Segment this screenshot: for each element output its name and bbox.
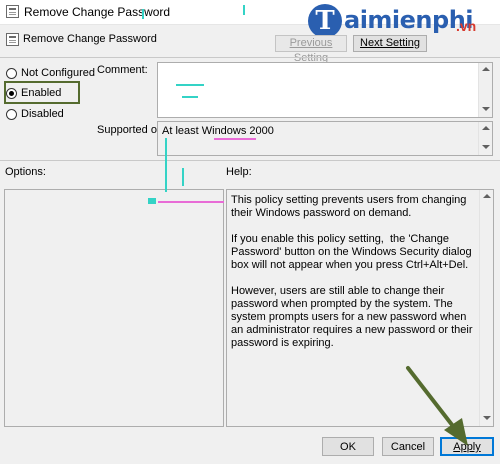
setting-icon [6,33,19,46]
policy-icon [6,5,19,18]
help-paragraph: This policy setting prevents users from … [231,194,470,219]
annotation-arrow-icon [406,366,468,446]
comment-textarea[interactable] [157,62,493,118]
annotation-mark [158,201,224,203]
window-title: Remove Change Password [24,5,171,19]
radio-not-configured-circle[interactable] [6,68,17,79]
annotation-mark [182,168,184,186]
help-content: This policy setting prevents users from … [231,194,475,350]
annotation-mark [142,9,144,19]
scroll-down-icon[interactable] [482,107,490,111]
ok-button[interactable]: OK [322,437,374,456]
radio-enabled-label: Enabled [21,87,62,99]
radio-enabled[interactable]: Enabled [6,86,76,102]
annotation-mark [214,138,256,140]
scroll-up-icon[interactable] [482,126,490,130]
supported-scrollbar[interactable] [478,122,492,155]
radio-not-configured-label: Not Configured [21,67,95,79]
watermark-suffix: .vn [456,18,477,34]
comment-label: Comment: [97,64,148,76]
watermark-letter: T [308,4,342,38]
radio-not-configured[interactable]: Not Configured [6,66,95,82]
scroll-up-icon[interactable] [483,194,491,198]
annotation-mark [176,84,204,86]
supported-on-value: At least Windows 2000 [162,125,274,137]
supported-on-field: At least Windows 2000 [157,121,493,156]
help-paragraph: However, users are still able to change … [231,285,476,349]
annotation-mark [182,96,198,98]
options-label: Options: [5,166,46,178]
header-separator [0,57,500,58]
supported-on-label: Supported on: [97,124,167,136]
previous-setting-button[interactable]: Previous Setting [275,35,347,64]
radio-disabled-circle[interactable] [6,109,17,120]
radio-disabled-label: Disabled [21,108,64,120]
watermark-text: aimienphi [344,6,474,34]
radio-disabled[interactable]: Disabled [6,107,76,123]
setting-name: Remove Change Password [23,33,157,45]
options-panel [4,189,224,427]
scroll-up-icon[interactable] [482,67,490,71]
next-setting-button[interactable]: Next Setting [353,35,427,52]
radio-enabled-circle[interactable] [6,88,17,99]
comment-scrollbar[interactable] [478,63,492,117]
annotation-mark [148,198,156,204]
mid-separator [0,160,500,161]
help-paragraph: If you enable this policy setting, the '… [231,233,475,271]
help-label: Help: [226,166,252,178]
scroll-down-icon[interactable] [482,145,490,149]
annotation-mark [243,5,245,15]
annotation-mark [165,138,167,192]
